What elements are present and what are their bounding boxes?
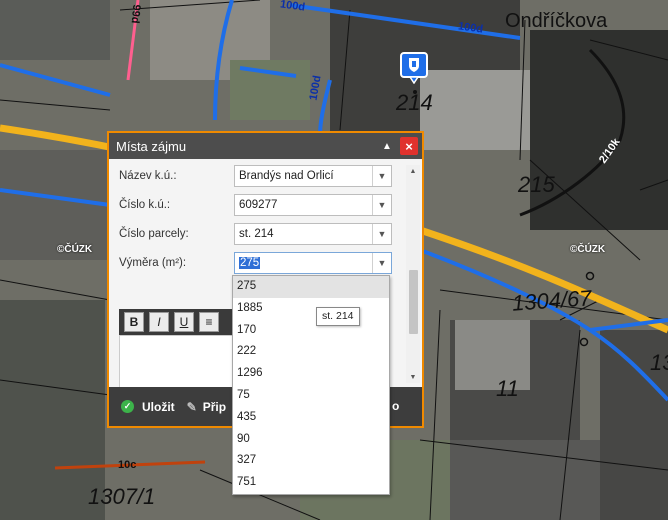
parcel-label: 13 xyxy=(650,350,668,375)
field-row-parcel-number: Číslo parcely: st. 214 ▼ xyxy=(119,223,392,245)
save-button[interactable]: ✓ Uložit xyxy=(121,400,175,414)
parcel-label: 215 xyxy=(518,172,555,197)
paperclip-icon: ✎ xyxy=(186,399,197,414)
field-label: Číslo parcely: xyxy=(119,228,189,240)
scroll-down-icon[interactable]: ▼ xyxy=(406,371,420,383)
select-value[interactable]: 275 xyxy=(235,257,372,269)
cadastral-number-select[interactable]: 609277 ▼ xyxy=(234,194,392,216)
field-label: Číslo k.ú.: xyxy=(119,199,171,211)
scroll-thumb[interactable] xyxy=(409,270,418,334)
dialog-title: Místa zájmu xyxy=(116,138,187,154)
field-label: Výměra (m²): xyxy=(119,257,187,269)
chevron-down-icon[interactable]: ▼ xyxy=(372,224,391,244)
road-label: 99d xyxy=(128,4,143,24)
field-row-cadastral-number: Číslo k.ú.: 609277 ▼ xyxy=(119,194,392,216)
attach-button[interactable]: ✎ Přip xyxy=(187,400,226,414)
field-row-cadastral-name: Název k.ú.: Brandýs nad Orlicí ▼ xyxy=(119,165,392,187)
dropdown-option[interactable]: 751 xyxy=(233,472,389,494)
dropdown-option[interactable]: 90 xyxy=(233,429,389,451)
option-tooltip: st. 214 xyxy=(316,307,360,326)
bold-button[interactable]: B xyxy=(124,312,144,332)
dropdown-option[interactable]: 75 xyxy=(233,385,389,407)
area-select[interactable]: 275 ▼ xyxy=(234,252,392,274)
field-row-area: Výměra (m²): 275 ▼ xyxy=(119,252,392,274)
dropdown-option[interactable]: 1885 xyxy=(233,298,389,320)
selected-text: 275 xyxy=(239,257,261,269)
dropdown-option[interactable]: 1296 xyxy=(233,363,389,385)
footer-extra-button[interactable]: o xyxy=(392,399,399,413)
parcel-label: 214 xyxy=(396,90,433,115)
dropdown-option[interactable]: 275 xyxy=(233,276,389,298)
map-pin-icon[interactable] xyxy=(400,52,428,85)
chevron-up-icon[interactable]: ▲ xyxy=(378,137,396,155)
road-label: 10c xyxy=(118,459,137,471)
scroll-up-icon[interactable]: ▲ xyxy=(406,165,420,177)
parcel-label: 1307/1 xyxy=(88,484,156,509)
dropdown-option[interactable]: 435 xyxy=(233,407,389,429)
parcel-number-select[interactable]: st. 214 ▼ xyxy=(234,223,392,245)
save-label: Uložit xyxy=(142,399,175,414)
dialog-scrollbar[interactable]: ▲ ▼ xyxy=(406,165,420,383)
chevron-down-icon[interactable]: ▼ xyxy=(372,195,391,215)
copyright-label: ©ČÚZK xyxy=(57,244,93,255)
select-value: 609277 xyxy=(239,199,278,211)
dialog-titlebar[interactable]: Místa zájmu ▲ × xyxy=(109,133,422,159)
parcel-label: 11 xyxy=(496,376,519,401)
dropdown-option[interactable]: 327 xyxy=(233,450,389,472)
select-value: Brandýs nad Orlicí xyxy=(239,170,334,182)
chevron-down-icon[interactable]: ▼ xyxy=(372,166,391,186)
chevron-down-icon[interactable]: ▼ xyxy=(372,253,391,273)
close-button[interactable]: × xyxy=(400,137,418,155)
align-icon[interactable]: ≡ xyxy=(199,312,219,332)
italic-button[interactable]: I xyxy=(149,312,169,332)
parcel-label: 1304/67 xyxy=(511,285,593,316)
select-value: st. 214 xyxy=(239,228,274,240)
area-dropdown-list[interactable]: 275 1885 170 222 1296 75 435 90 327 751 xyxy=(232,275,390,495)
dropdown-option[interactable]: 170 xyxy=(233,320,389,342)
underline-button[interactable]: U xyxy=(174,312,194,332)
field-label: Název k.ú.: xyxy=(119,170,177,182)
cadastral-name-select[interactable]: Brandýs nad Orlicí ▼ xyxy=(234,165,392,187)
check-icon: ✓ xyxy=(121,400,134,413)
attach-label: Přip xyxy=(202,399,227,414)
street-name: Ondříčkova xyxy=(505,10,608,32)
copyright-label: ©ČÚZK xyxy=(570,244,606,255)
dropdown-option[interactable]: 222 xyxy=(233,341,389,363)
